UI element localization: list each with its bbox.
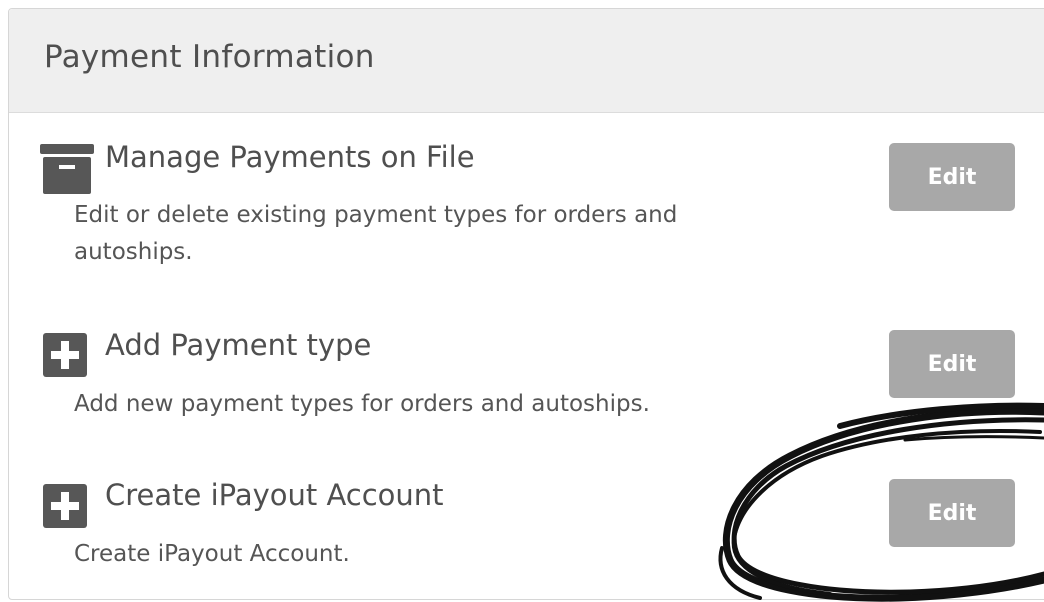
edit-create-ipayout-button[interactable]: Edit [889, 479, 1015, 547]
plus-square-icon [43, 333, 87, 377]
row-description: Edit or delete existing payment types fo… [74, 202, 678, 265]
edit-manage-payments-button[interactable]: Edit [889, 143, 1015, 211]
row-description: Create iPayout Account. [74, 541, 350, 567]
archive-box-icon [40, 144, 94, 194]
plus-square-icon [43, 484, 87, 528]
row-title: Add Payment type [105, 328, 372, 362]
row-title: Create iPayout Account [105, 478, 444, 512]
row-title: Manage Payments on File [105, 140, 475, 174]
edit-add-payment-type-button[interactable]: Edit [889, 330, 1015, 398]
panel-title: Payment Information [44, 39, 375, 75]
panel-header: Payment Information [9, 9, 1044, 113]
row-description: Add new payment types for orders and aut… [74, 391, 650, 417]
